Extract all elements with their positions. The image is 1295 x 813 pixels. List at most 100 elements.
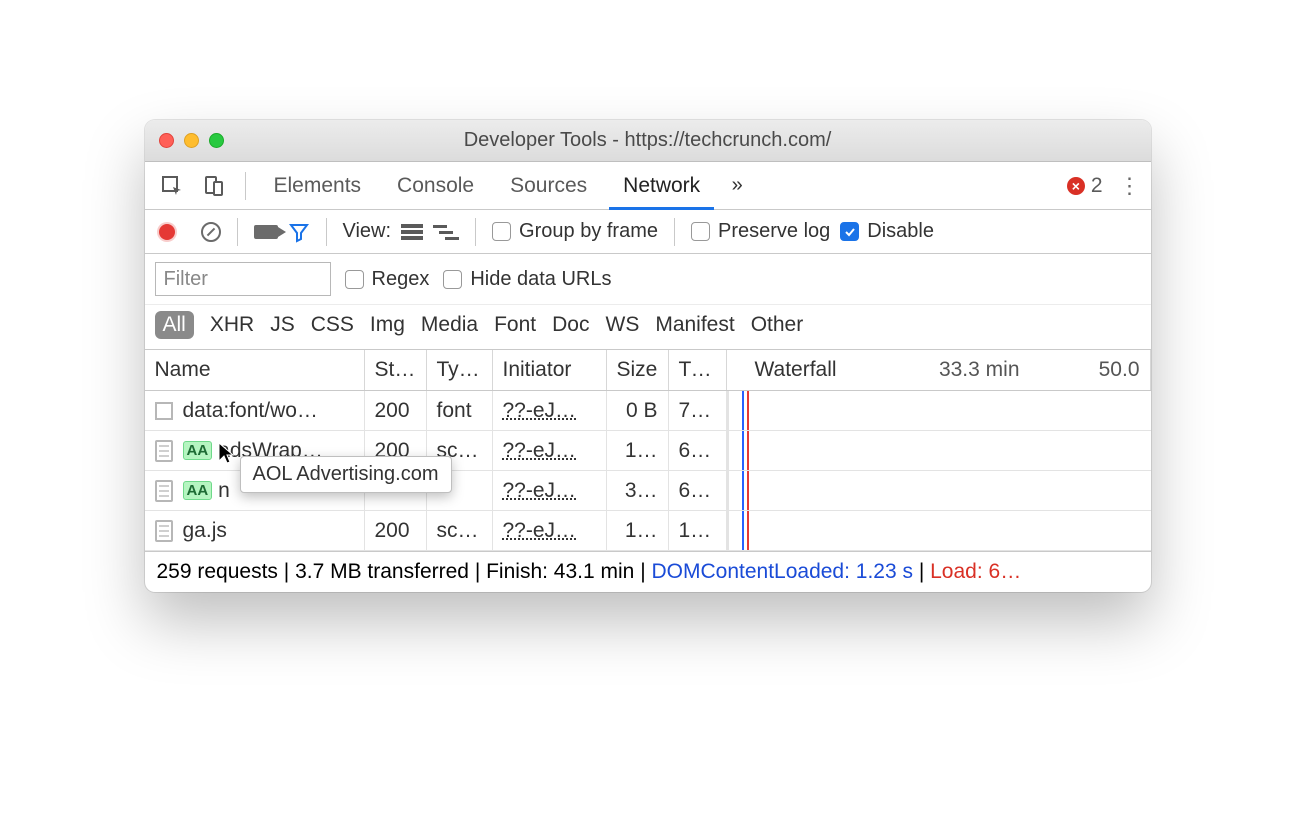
cell-name: ga.js: [145, 511, 365, 550]
cell-size: 1…: [607, 511, 669, 550]
cell-time: 7…: [669, 391, 727, 430]
summary-load: Load: 6…: [930, 560, 1021, 583]
cell-time: 6…: [669, 431, 727, 470]
cell-initiator: ??-eJ…: [493, 471, 607, 510]
preserve-log-label: Preserve log: [718, 220, 830, 243]
network-grid: Name St… Ty… Initiator Size Ti… Waterfal…: [145, 350, 1151, 551]
col-status[interactable]: St…: [365, 350, 427, 390]
cell-size: 3…: [607, 471, 669, 510]
summary-domcontentloaded: DOMContentLoaded: 1.23 s: [651, 560, 913, 583]
summary-requests: 259 requests: [157, 560, 278, 583]
devtools-tabbar: Elements Console Sources Network » × 2 ⋮: [145, 162, 1151, 210]
inspect-element-icon[interactable]: [155, 169, 189, 203]
waterfall-tick-2: 50.0: [1099, 358, 1140, 382]
large-rows-icon[interactable]: [401, 223, 423, 241]
col-size[interactable]: Size: [607, 350, 669, 390]
col-type[interactable]: Ty…: [427, 350, 493, 390]
resource-icon: [155, 402, 173, 420]
type-js[interactable]: JS: [270, 313, 295, 337]
devtools-window: Developer Tools - https://techcrunch.com…: [145, 120, 1151, 592]
cell-type: sc…: [427, 511, 493, 550]
cell-status: 200: [365, 511, 427, 550]
cell-time: 1…: [669, 511, 727, 550]
tab-elements[interactable]: Elements: [260, 162, 376, 209]
waterfall-label: Waterfall: [737, 358, 837, 382]
device-mode-icon[interactable]: [197, 169, 231, 203]
col-waterfall[interactable]: Waterfall 33.3 min 50.0: [727, 350, 1151, 390]
hide-data-urls-checkbox[interactable]: Hide data URLs: [443, 268, 611, 291]
disable-cache-checkbox[interactable]: Disable: [840, 220, 934, 243]
tab-console[interactable]: Console: [383, 162, 488, 209]
request-name: ga.js: [183, 519, 227, 543]
type-img[interactable]: Img: [370, 313, 405, 337]
more-tabs-icon[interactable]: »: [722, 174, 752, 197]
col-name[interactable]: Name: [145, 350, 365, 390]
cell-name: data:font/wo…: [145, 391, 365, 430]
record-button[interactable]: [159, 224, 175, 240]
view-label: View:: [343, 220, 392, 243]
col-initiator[interactable]: Initiator: [493, 350, 607, 390]
grid-header: Name St… Ty… Initiator Size Ti… Waterfal…: [145, 350, 1151, 391]
regex-checkbox[interactable]: Regex: [345, 268, 430, 291]
type-font[interactable]: Font: [494, 313, 536, 337]
product-badge: AA: [183, 481, 213, 500]
cell-waterfall: [727, 471, 1151, 510]
type-media[interactable]: Media: [421, 313, 478, 337]
separator: [475, 218, 476, 246]
clear-button[interactable]: [201, 222, 221, 242]
separator: [326, 218, 327, 246]
separator: [245, 172, 246, 200]
error-icon: ×: [1067, 177, 1085, 195]
request-name: data:font/wo…: [183, 399, 318, 423]
cursor-icon: [217, 441, 235, 471]
type-manifest[interactable]: Manifest: [655, 313, 734, 337]
cell-initiator: ??-eJ…: [493, 511, 607, 550]
cell-waterfall: [727, 391, 1151, 430]
type-other[interactable]: Other: [751, 313, 804, 337]
disable-cache-label: Disable: [867, 220, 934, 243]
type-all[interactable]: All: [155, 311, 194, 339]
filter-input[interactable]: [155, 262, 331, 296]
cell-waterfall: [727, 431, 1151, 470]
window-title: Developer Tools - https://techcrunch.com…: [145, 129, 1151, 152]
separator: [674, 218, 675, 246]
error-counter[interactable]: × 2: [1067, 174, 1103, 198]
file-icon: [155, 480, 173, 502]
error-count: 2: [1091, 174, 1103, 198]
filter-toggle-icon[interactable]: [288, 221, 310, 243]
tooltip: AOL Advertising.com: [240, 456, 452, 493]
window-titlebar: Developer Tools - https://techcrunch.com…: [145, 120, 1151, 162]
summary-finish: Finish: 43.1 min: [486, 560, 634, 583]
tab-sources[interactable]: Sources: [496, 162, 601, 209]
cell-size: 0 B: [607, 391, 669, 430]
overview-icon[interactable]: [433, 223, 459, 241]
regex-label: Regex: [372, 268, 430, 291]
screenshot-icon[interactable]: [254, 225, 278, 239]
hide-data-urls-label: Hide data URLs: [470, 268, 611, 291]
cell-type: font: [427, 391, 493, 430]
col-time[interactable]: Ti…: [669, 350, 727, 390]
waterfall-tick-1: 33.3 min: [939, 358, 1020, 382]
table-row[interactable]: ga.js200sc…??-eJ…1…1…: [145, 511, 1151, 551]
status-bar: 259 requests | 3.7 MB transferred | Fini…: [145, 551, 1151, 592]
file-icon: [155, 440, 173, 462]
type-css[interactable]: CSS: [311, 313, 354, 337]
type-doc[interactable]: Doc: [552, 313, 589, 337]
cell-size: 1…: [607, 431, 669, 470]
cell-time: 6…: [669, 471, 727, 510]
cell-initiator: ??-eJ…: [493, 431, 607, 470]
tab-network[interactable]: Network: [609, 162, 714, 209]
filter-bar: Regex Hide data URLs: [145, 254, 1151, 305]
summary-transferred: 3.7 MB transferred: [295, 560, 469, 583]
preserve-log-checkbox[interactable]: Preserve log: [691, 220, 830, 243]
group-by-frame-checkbox[interactable]: Group by frame: [492, 220, 658, 243]
cell-initiator: ??-eJ…: [493, 391, 607, 430]
type-ws[interactable]: WS: [606, 313, 640, 337]
cell-status: 200: [365, 391, 427, 430]
separator: [237, 218, 238, 246]
product-badge: AA: [183, 441, 213, 460]
table-row[interactable]: data:font/wo… 200font??-eJ…0 B7…: [145, 391, 1151, 431]
type-xhr[interactable]: XHR: [210, 313, 254, 337]
settings-menu-icon[interactable]: ⋮: [1119, 173, 1141, 199]
request-name: n: [218, 479, 230, 503]
